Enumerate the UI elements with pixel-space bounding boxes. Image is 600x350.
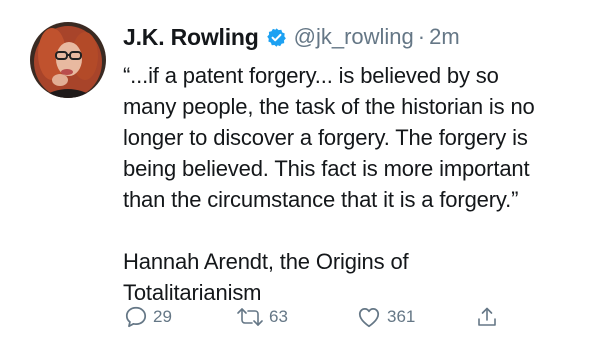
- header-separator: ·: [417, 24, 426, 49]
- retweet-count: 63: [269, 307, 288, 326]
- reply-button[interactable]: 29: [123, 300, 172, 334]
- profile-avatar[interactable]: [30, 22, 106, 98]
- tweet-header: J.K. Rowling @jk_rowling · 2m: [123, 22, 583, 52]
- retweet-icon: [237, 308, 263, 326]
- tweet-card[interactable]: J.K. Rowling @jk_rowling · 2m “...if a p…: [0, 0, 600, 350]
- share-icon: [478, 307, 496, 326]
- like-button[interactable]: 361: [355, 300, 415, 334]
- verified-badge-icon: [266, 27, 287, 48]
- tweet-text: “...if a patent forgery... is believed b…: [123, 63, 535, 305]
- tweet-timestamp[interactable]: 2m: [429, 24, 460, 50]
- author-handle[interactable]: @jk_rowling: [294, 24, 414, 50]
- avatar-image: [30, 22, 106, 98]
- reply-icon: [125, 306, 147, 328]
- tweet-actions: 29 63 361: [123, 300, 523, 334]
- like-count: 361: [387, 307, 416, 326]
- retweet-button[interactable]: 63: [235, 300, 288, 334]
- tweet-content: J.K. Rowling @jk_rowling · 2m “...if a p…: [123, 22, 583, 308]
- share-button[interactable]: [475, 300, 499, 334]
- heart-icon: [358, 308, 380, 328]
- reply-count: 29: [153, 307, 172, 326]
- author-name[interactable]: J.K. Rowling: [123, 24, 259, 51]
